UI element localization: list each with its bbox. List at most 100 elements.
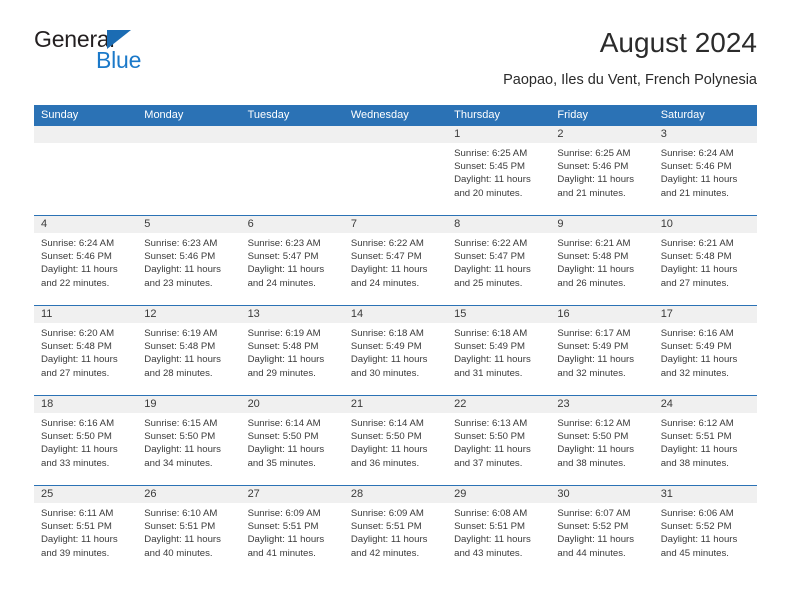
calendar-day-cell[interactable]: 2 Sunrise: 6:25 AM Sunset: 5:46 PM Daylight… xyxy=(550,126,654,215)
calendar-day-cell[interactable]: 24 Sunrise: 6:12 AM Sunset: 5:51 PM Dayligh… xyxy=(653,396,757,485)
day-detail-line: Sunset: 5:46 PM xyxy=(557,161,629,173)
day-detail-line: Sunrise: 6:21 AM xyxy=(660,238,734,249)
calendar-day-cell[interactable]: 4 Sunrise: 6:24 AM Sunset: 5:46 PM Daylight… xyxy=(34,216,138,305)
calendar-day-cell[interactable]: 30 Sunrise: 6:07 AM Sunset: 5:52 PM Dayligh… xyxy=(550,486,654,575)
day-detail-line: Sunset: 5:51 PM xyxy=(454,521,526,533)
day-number: 27 xyxy=(240,486,344,503)
calendar-day-cell[interactable]: 19 Sunrise: 6:15 AM Sunset: 5:50 PM Dayligh… xyxy=(137,396,241,485)
day-number: 17 xyxy=(653,306,757,323)
calendar-day-cell[interactable]: 28 Sunrise: 6:09 AM Sunset: 5:51 PM Dayligh… xyxy=(343,486,448,575)
day-details xyxy=(241,143,344,147)
calendar-day-cell[interactable]: 20 Sunrise: 6:14 AM Sunset: 5:50 PM Dayligh… xyxy=(240,396,344,485)
day-detail-line: Sunrise: 6:12 AM xyxy=(660,418,734,429)
day-detail-line: Daylight: 11 hours xyxy=(350,534,428,546)
day-details: Sunrise: 6:12 AM Sunset: 5:51 PM Daylight:… xyxy=(654,413,757,470)
day-detail-line: Daylight: 11 hours xyxy=(454,264,531,276)
calendar-day-cell[interactable]: 7 Sunrise: 6:22 AM Sunset: 5:47 PM Daylight… xyxy=(343,216,448,305)
calendar-week-row: 11 Sunrise: 6:20 AM Sunset: 5:48 PM Dayligh… xyxy=(34,305,757,395)
day-detail-line: Sunrise: 6:22 AM xyxy=(454,238,528,249)
calendar-day-cell[interactable]: 13 Sunrise: 6:19 AM Sunset: 5:48 PM Dayligh… xyxy=(240,306,344,395)
calendar-day-cell[interactable]: 22 Sunrise: 6:13 AM Sunset: 5:50 PM Dayligh… xyxy=(447,396,551,485)
day-details xyxy=(137,143,240,147)
day-detail-line: and 45 minutes. xyxy=(660,547,729,559)
day-detail-line: and 26 minutes. xyxy=(557,277,626,289)
calendar-day-cell[interactable]: 25 Sunrise: 6:11 AM Sunset: 5:51 PM Dayligh… xyxy=(34,486,138,575)
calendar-day-cell[interactable]: 15 Sunrise: 6:18 AM Sunset: 5:49 PM Dayligh… xyxy=(447,306,551,395)
logo-text-blue: Blue xyxy=(96,47,142,73)
day-detail-line: Sunset: 5:52 PM xyxy=(660,521,732,533)
day-detail-line: Sunset: 5:50 PM xyxy=(247,431,319,443)
day-detail-line: Sunrise: 6:12 AM xyxy=(557,418,631,429)
day-details: Sunrise: 6:24 AM Sunset: 5:46 PM Daylight:… xyxy=(654,143,757,200)
day-detail-line: Sunrise: 6:25 AM xyxy=(454,148,528,159)
calendar-day-cell[interactable]: 11 Sunrise: 6:20 AM Sunset: 5:48 PM Dayligh… xyxy=(34,306,138,395)
day-detail-line: Sunrise: 6:22 AM xyxy=(350,238,424,249)
calendar-day-cell[interactable]: 23 Sunrise: 6:12 AM Sunset: 5:50 PM Dayligh… xyxy=(550,396,654,485)
day-detail-line: Daylight: 11 hours xyxy=(660,444,738,456)
calendar-day-cell[interactable]: 9 Sunrise: 6:21 AM Sunset: 5:48 PM Daylight… xyxy=(550,216,654,305)
calendar-day-cell[interactable]: 6 Sunrise: 6:23 AM Sunset: 5:47 PM Daylight… xyxy=(240,216,344,305)
day-detail-line: Sunrise: 6:14 AM xyxy=(350,418,424,429)
calendar-day-cell[interactable]: 27 Sunrise: 6:09 AM Sunset: 5:51 PM Dayligh… xyxy=(240,486,344,575)
day-detail-line: Sunset: 5:50 PM xyxy=(350,431,422,443)
day-detail-line: and 20 minutes. xyxy=(454,187,523,199)
day-number: 25 xyxy=(34,486,138,503)
day-detail-line: Sunrise: 6:18 AM xyxy=(454,328,528,339)
calendar-day-cell[interactable]: 1 Sunrise: 6:25 AM Sunset: 5:45 PM Daylight… xyxy=(447,126,551,215)
calendar-day-cell[interactable]: 18 Sunrise: 6:16 AM Sunset: 5:50 PM Dayligh… xyxy=(34,396,138,485)
day-detail-line: and 22 minutes. xyxy=(41,277,110,289)
calendar-day-cell[interactable]: 21 Sunrise: 6:14 AM Sunset: 5:50 PM Dayligh… xyxy=(343,396,448,485)
day-detail-line: Daylight: 11 hours xyxy=(144,264,221,276)
day-number: 2 xyxy=(550,126,654,143)
calendar-day-cell[interactable]: 5 Sunrise: 6:23 AM Sunset: 5:46 PM Daylight… xyxy=(137,216,241,305)
weekday-header-thursday: Thursday xyxy=(454,109,500,121)
calendar-day-cell[interactable]: 17 Sunrise: 6:16 AM Sunset: 5:49 PM Dayligh… xyxy=(653,306,757,395)
calendar-day-cell[interactable]: 14 Sunrise: 6:18 AM Sunset: 5:49 PM Dayligh… xyxy=(343,306,448,395)
day-details: Sunrise: 6:11 AM Sunset: 5:51 PM Daylight:… xyxy=(34,503,137,560)
day-number: 1 xyxy=(447,126,551,143)
calendar-day-cell[interactable]: 16 Sunrise: 6:17 AM Sunset: 5:49 PM Dayligh… xyxy=(550,306,654,395)
calendar-day-cell-empty xyxy=(343,126,448,215)
calendar-day-cell[interactable]: 3 Sunrise: 6:24 AM Sunset: 5:46 PM Daylight… xyxy=(653,126,757,215)
day-details: Sunrise: 6:17 AM Sunset: 5:49 PM Daylight:… xyxy=(550,323,653,380)
day-detail-line: Sunrise: 6:08 AM xyxy=(454,508,528,519)
calendar-day-cell[interactable]: 10 Sunrise: 6:21 AM Sunset: 5:48 PM Dayligh… xyxy=(653,216,757,305)
page-title: August 2024 xyxy=(599,27,757,58)
day-detail-line: Sunrise: 6:21 AM xyxy=(557,238,631,249)
day-details: Sunrise: 6:14 AM Sunset: 5:50 PM Daylight:… xyxy=(344,413,447,470)
day-detail-line: Sunset: 5:47 PM xyxy=(454,251,526,263)
day-detail-line: Daylight: 11 hours xyxy=(144,444,221,456)
day-number: 8 xyxy=(447,216,551,233)
calendar-day-cell[interactable]: 29 Sunrise: 6:08 AM Sunset: 5:51 PM Dayligh… xyxy=(447,486,551,575)
day-number: 18 xyxy=(34,396,138,413)
day-number: 12 xyxy=(137,306,241,323)
day-detail-line: Sunrise: 6:11 AM xyxy=(41,508,114,519)
calendar-day-cell[interactable]: 31 Sunrise: 6:06 AM Sunset: 5:52 PM Dayligh… xyxy=(653,486,757,575)
day-number xyxy=(240,126,344,143)
calendar-day-cell-empty xyxy=(34,126,138,215)
day-detail-line: and 42 minutes. xyxy=(350,547,420,559)
day-detail-line: Sunset: 5:46 PM xyxy=(144,251,216,263)
day-detail-line: Daylight: 11 hours xyxy=(41,354,118,366)
day-detail-line: Sunset: 5:47 PM xyxy=(247,251,319,263)
day-detail-line: and 34 minutes. xyxy=(144,457,213,469)
weekday-header-wednesday: Wednesday xyxy=(350,109,409,121)
generalblue-logo[interactable]: General Blue xyxy=(34,26,264,86)
calendar-day-cell[interactable]: 8 Sunrise: 6:22 AM Sunset: 5:47 PM Daylight… xyxy=(447,216,551,305)
day-detail-line: Sunset: 5:50 PM xyxy=(144,431,216,443)
day-number: 3 xyxy=(653,126,757,143)
day-detail-line: Daylight: 11 hours xyxy=(557,534,635,546)
day-detail-line: and 38 minutes. xyxy=(557,457,626,469)
day-number: 22 xyxy=(447,396,551,413)
calendar-day-cell[interactable]: 12 Sunrise: 6:19 AM Sunset: 5:48 PM Dayligh… xyxy=(137,306,241,395)
day-details: Sunrise: 6:09 AM Sunset: 5:51 PM Daylight:… xyxy=(241,503,344,560)
day-details: Sunrise: 6:23 AM Sunset: 5:47 PM Daylight:… xyxy=(241,233,344,290)
day-detail-line: Daylight: 11 hours xyxy=(247,534,325,546)
day-detail-line: Sunset: 5:48 PM xyxy=(144,341,216,353)
day-detail-line: Sunset: 5:47 PM xyxy=(350,251,422,263)
calendar-day-cell[interactable]: 26 Sunrise: 6:10 AM Sunset: 5:51 PM Dayligh… xyxy=(137,486,241,575)
day-detail-line: Daylight: 11 hours xyxy=(557,264,635,276)
day-details xyxy=(34,143,137,147)
day-detail-line: Sunrise: 6:18 AM xyxy=(350,328,424,339)
day-number: 24 xyxy=(653,396,757,413)
